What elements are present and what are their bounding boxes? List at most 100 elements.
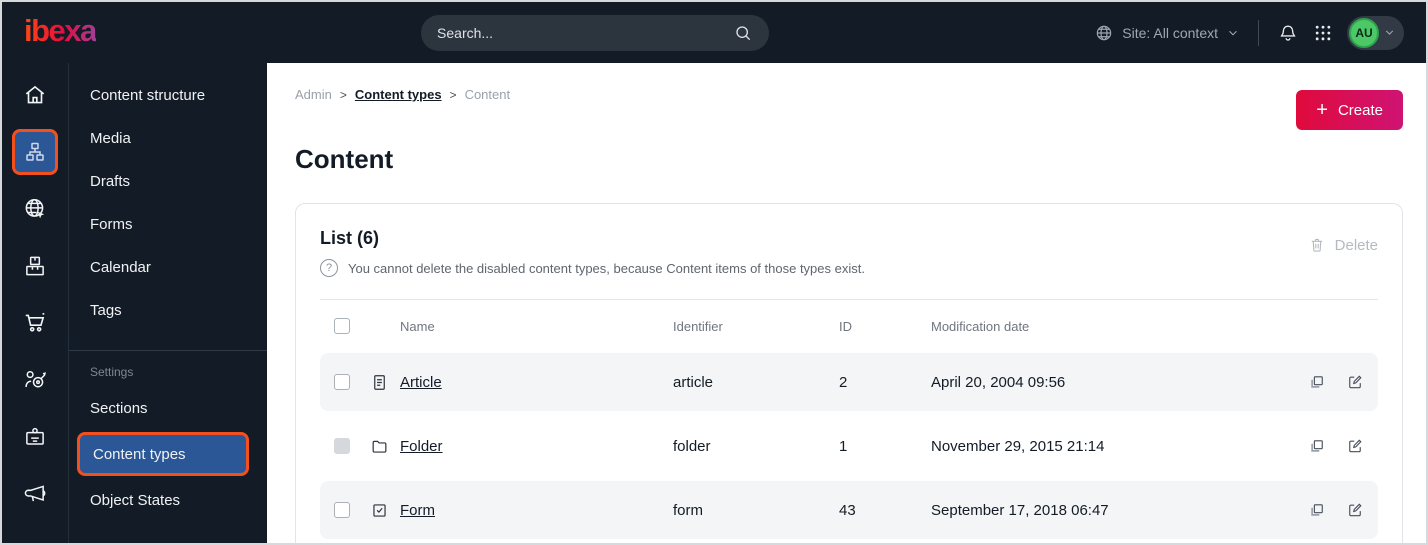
form-icon (370, 501, 400, 520)
main-content: Admin > Content types > Content + Create… (267, 63, 1426, 543)
list-info-text: You cannot delete the disabled content t… (348, 260, 865, 276)
column-header-id: ID (839, 318, 852, 334)
chevron-down-icon (1226, 26, 1240, 40)
list-title: List (6) (320, 228, 380, 248)
cell-id: 1 (839, 437, 848, 455)
table-row: Folder folder 1 November 29, 2015 21:14 (320, 417, 1378, 475)
sidebar-item-sections[interactable]: Sections (69, 389, 267, 427)
globe-icon (1094, 23, 1114, 43)
breadcrumb-content: Content (464, 87, 511, 102)
row-checkbox[interactable] (334, 374, 350, 390)
list-info: ? You cannot delete the disabled content… (320, 259, 865, 277)
topbar-divider (1258, 19, 1259, 46)
sidebar: Content structure Media Drafts Forms Cal… (69, 63, 267, 543)
trash-icon (1308, 236, 1326, 254)
edit-icon[interactable] (1346, 373, 1364, 391)
badge-icon (22, 424, 48, 450)
row-checkbox-disabled (334, 438, 350, 454)
megaphone-icon (22, 481, 48, 507)
table-header: Name Identifier ID Modification date (320, 312, 1378, 340)
nav-rail-orders[interactable] (12, 300, 58, 346)
column-header-identifier: Identifier (673, 318, 723, 334)
content-types-list-card: List (6) ? You cannot delete the disable… (295, 203, 1403, 543)
table-row: Form form 43 September 17, 2018 06:47 (320, 481, 1378, 539)
nav-rail (2, 63, 69, 543)
card-divider (320, 299, 1378, 300)
products-boxes-icon (22, 253, 48, 279)
content-type-link[interactable]: Form (400, 502, 435, 519)
column-header-modification-date: Modification date (931, 318, 1030, 334)
breadcrumb-content-types[interactable]: Content types (355, 87, 442, 102)
nav-rail-content[interactable] (12, 129, 58, 175)
page-title: Content (295, 144, 394, 174)
cell-modified: September 17, 2018 06:47 (931, 501, 1109, 519)
search-input[interactable] (437, 24, 724, 41)
edit-icon[interactable] (1346, 437, 1364, 455)
topbar: ibexa Site: All context (2, 2, 1426, 63)
create-button[interactable]: + Create (1296, 90, 1403, 130)
nav-rail-marketing[interactable] (12, 471, 58, 517)
sidebar-item-content-structure[interactable]: Content structure (69, 76, 267, 114)
row-checkbox[interactable] (334, 502, 350, 518)
sidebar-section-settings: Settings (90, 365, 134, 379)
column-header-name: Name (400, 318, 435, 334)
search-icon[interactable] (733, 23, 753, 43)
article-icon (370, 373, 400, 392)
nav-rail-site[interactable] (12, 186, 58, 232)
content-type-link[interactable]: Article (400, 374, 442, 391)
cell-id: 43 (839, 501, 856, 519)
content-type-link[interactable]: Folder (400, 438, 443, 455)
site-context-label: Site: All context (1122, 24, 1218, 41)
breadcrumb-admin: Admin (295, 87, 332, 102)
sidebar-item-content-types[interactable]: Content types (77, 432, 249, 476)
user-menu[interactable]: AU (1347, 15, 1404, 50)
table-body: Article article 2 April 20, 2004 09:56 F… (320, 353, 1378, 539)
folder-icon (370, 437, 400, 456)
breadcrumb: Admin > Content types > Content (295, 87, 1403, 102)
home-icon (22, 82, 48, 108)
sidebar-item-tags[interactable]: Tags (69, 291, 267, 329)
nav-rail-products[interactable] (12, 243, 58, 289)
nav-rail-admin[interactable] (12, 414, 58, 460)
global-search[interactable] (421, 14, 770, 51)
copy-icon[interactable] (1308, 501, 1326, 519)
site-context-selector[interactable]: Site: All context (1094, 23, 1240, 43)
avatar: AU (1349, 17, 1379, 48)
delete-button[interactable]: Delete (1308, 236, 1378, 254)
breadcrumb-separator: > (449, 87, 457, 102)
sidebar-item-media[interactable]: Media (69, 119, 267, 157)
sidebar-item-object-states[interactable]: Object States (69, 481, 267, 519)
annotation-highlight-sidebar: Content types (77, 432, 249, 476)
cell-identifier: folder (673, 437, 711, 455)
cell-modified: November 29, 2015 21:14 (931, 437, 1105, 455)
help-icon: ? (320, 259, 338, 277)
content-tree-icon (23, 140, 47, 164)
topbar-right: Site: All context AU (1094, 15, 1404, 50)
card-head: List (6) ? You cannot delete the disable… (320, 228, 1378, 277)
cell-modified: April 20, 2004 09:56 (931, 373, 1066, 391)
sidebar-divider (69, 350, 267, 351)
breadcrumb-separator: > (339, 87, 347, 102)
site-globe-icon (22, 196, 48, 222)
create-button-label: Create (1337, 101, 1383, 119)
sidebar-item-calendar[interactable]: Calendar (69, 248, 267, 286)
select-all-checkbox[interactable] (334, 318, 350, 334)
edit-icon[interactable] (1346, 501, 1364, 519)
apps-grid-icon[interactable] (1313, 23, 1333, 43)
nav-rail-personalization[interactable] (12, 357, 58, 403)
app-window: ibexa Site: All context (0, 0, 1428, 545)
table-row: Article article 2 April 20, 2004 09:56 (320, 353, 1378, 411)
cell-identifier: form (673, 501, 703, 519)
delete-button-label: Delete (1334, 236, 1378, 254)
sidebar-item-drafts[interactable]: Drafts (69, 162, 267, 200)
ibexa-logo: ibexa (24, 13, 97, 48)
cart-icon (22, 310, 48, 336)
audience-target-icon (22, 367, 48, 393)
sidebar-item-forms[interactable]: Forms (69, 205, 267, 243)
copy-icon[interactable] (1308, 373, 1326, 391)
copy-icon[interactable] (1308, 437, 1326, 455)
plus-icon: + (1316, 99, 1328, 121)
notifications-bell-icon[interactable] (1277, 22, 1299, 44)
cell-id: 2 (839, 373, 848, 391)
nav-rail-dashboard[interactable] (12, 72, 58, 118)
